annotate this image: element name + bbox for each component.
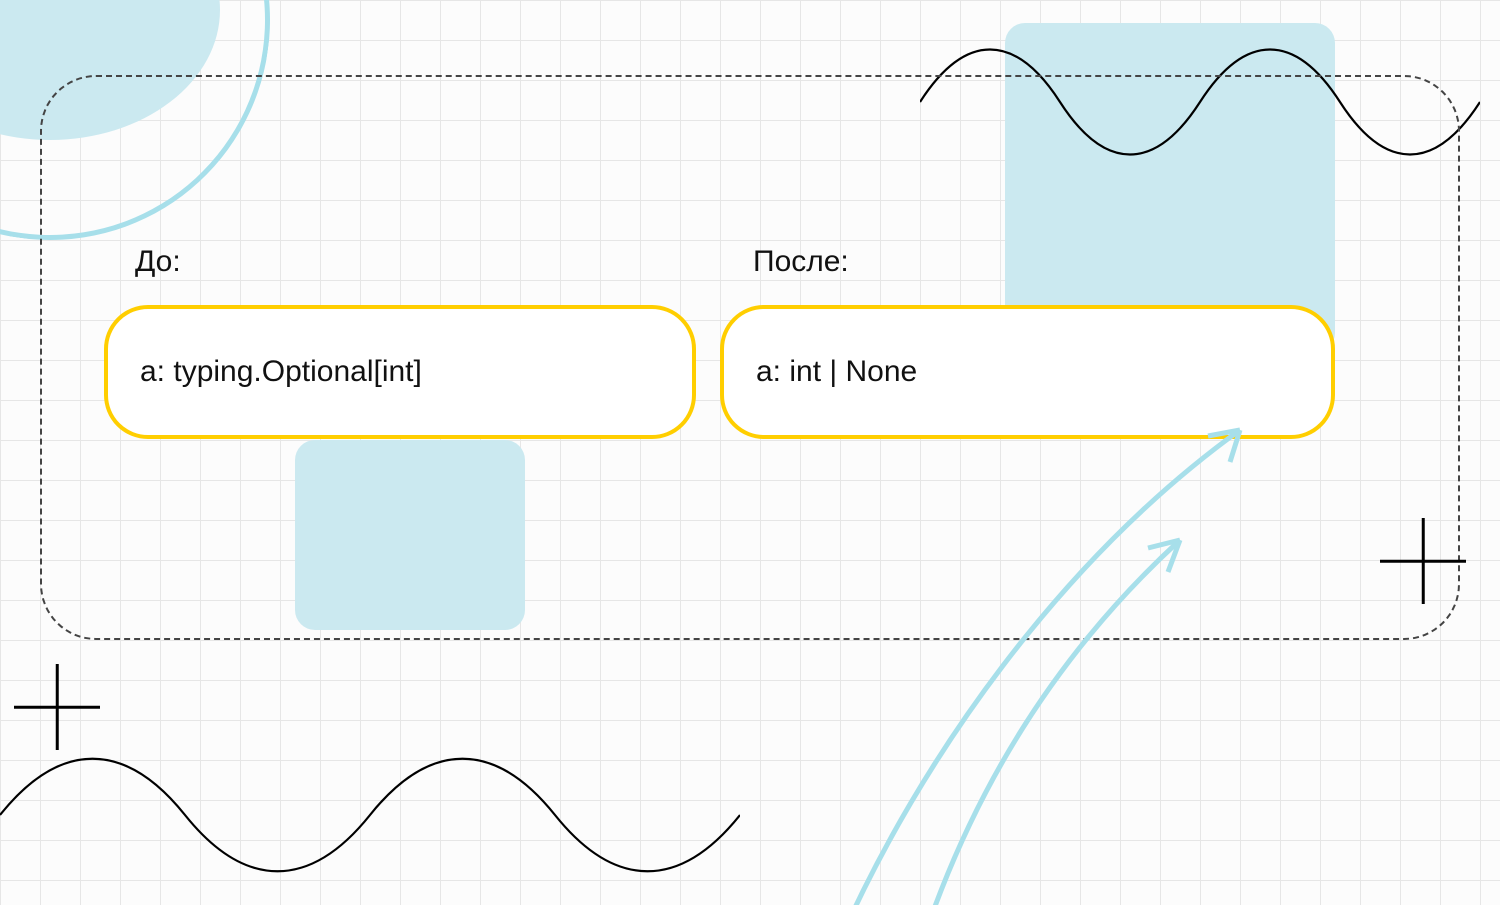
code-before-text: a: typing.Optional[int]: [140, 355, 422, 389]
plus-icon: [14, 664, 100, 750]
code-box-before: a: typing.Optional[int]: [104, 305, 696, 439]
plus-icon: [1380, 518, 1466, 604]
decor-arrow-small: [900, 500, 1200, 905]
label-before: До:: [135, 245, 181, 279]
label-after: После:: [753, 245, 849, 279]
decor-wave-bottom-left: [0, 740, 740, 890]
